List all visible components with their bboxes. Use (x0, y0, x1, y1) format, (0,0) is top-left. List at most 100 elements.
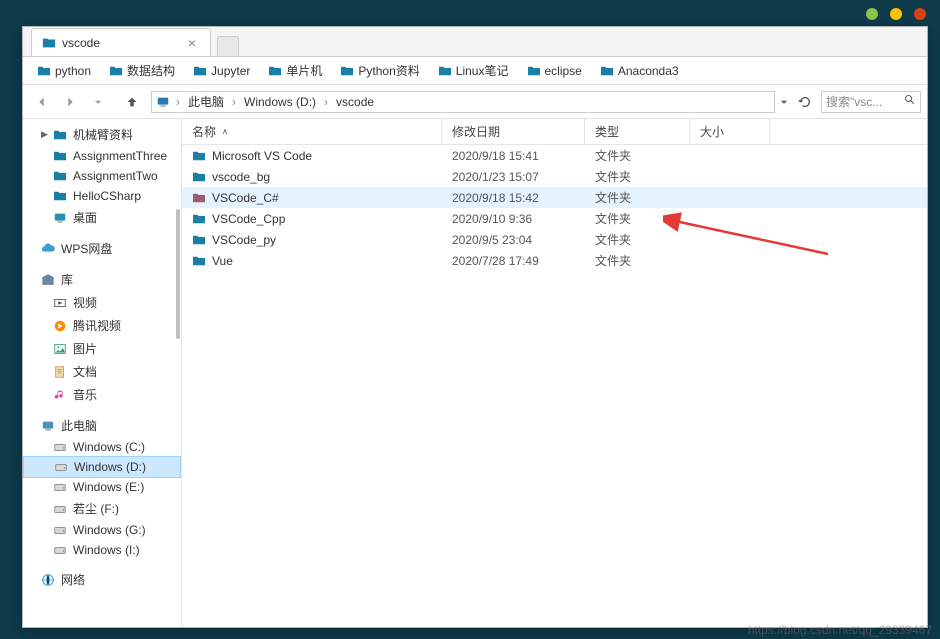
folder-icon (192, 213, 206, 225)
bookmark-item[interactable]: python (29, 62, 99, 80)
folder-icon (53, 170, 67, 182)
drive-icon (53, 480, 67, 494)
folder-icon (42, 36, 56, 50)
sidebar-drive[interactable]: 若尘 (F:) (23, 497, 181, 520)
bookmarks-bar: python数据结构Jupyter单片机Python资料Linux笔记eclip… (23, 57, 927, 85)
chevron-right-icon: › (174, 95, 182, 109)
bookmark-item[interactable]: Jupyter (185, 62, 258, 80)
desktop-icon (53, 211, 67, 225)
drive-icon (53, 523, 67, 537)
breadcrumb-part[interactable]: vscode (330, 95, 380, 109)
sidebar-drive[interactable]: Windows (I:) (23, 540, 181, 560)
file-pane: 名称∧ 修改日期 类型 大小 Microsoft VS Code2020/9/1… (181, 119, 927, 627)
pc-icon (41, 419, 55, 433)
sidebar-item[interactable]: 桌面 (23, 206, 181, 229)
breadcrumb[interactable]: ›此电脑›Windows (D:)›vscode (151, 91, 775, 113)
bookmark-item[interactable]: Anaconda3 (592, 62, 687, 80)
drive-icon (54, 460, 68, 474)
refresh-button[interactable] (793, 91, 817, 113)
column-name[interactable]: 名称∧ (182, 119, 442, 144)
tab-vscode[interactable]: vscode × (31, 28, 211, 56)
sidebar-network[interactable]: 网络 (23, 568, 181, 591)
column-type[interactable]: 类型 (585, 119, 690, 144)
sidebar-drive[interactable]: Windows (G:) (23, 520, 181, 540)
folder-icon (192, 171, 206, 183)
column-date[interactable]: 修改日期 (442, 119, 585, 144)
file-row[interactable]: Vue2020/7/28 17:49文件夹 (182, 250, 927, 271)
folder-icon (438, 65, 452, 77)
sidebar-library[interactable]: 库 (23, 268, 181, 291)
bookmark-item[interactable]: Python资料 (332, 60, 427, 81)
dot-yellow[interactable] (890, 8, 902, 20)
chevron-right-icon: ▶ (41, 129, 51, 140)
sidebar-item[interactable]: 文档 (23, 360, 181, 383)
forward-button[interactable] (57, 91, 83, 113)
bookmark-item[interactable]: eclipse (519, 62, 590, 80)
folder-icon (340, 65, 354, 77)
address-bar: ›此电脑›Windows (D:)›vscode 搜索"vsc... (23, 85, 927, 119)
sidebar-item[interactable]: 图片 (23, 337, 181, 360)
cloud-icon (41, 242, 55, 256)
breadcrumb-part[interactable]: 此电脑 (182, 93, 230, 110)
bookmark-item[interactable]: Linux笔记 (430, 60, 517, 81)
sidebar-thispc[interactable]: 此电脑 (23, 414, 181, 437)
folder-icon (109, 65, 123, 77)
column-size[interactable]: 大小 (690, 119, 770, 144)
folder-icon (192, 234, 206, 246)
folder-icon (192, 192, 206, 204)
dot-red[interactable] (914, 8, 926, 20)
sidebar-item[interactable]: 音乐 (23, 383, 181, 406)
sidebar-drive[interactable]: Windows (D:) (23, 456, 181, 478)
watermark: https://blog.csdn.net/qq_29339467 (748, 623, 932, 637)
folder-icon (192, 150, 206, 162)
back-button[interactable] (29, 91, 55, 113)
recent-dropdown[interactable] (85, 91, 111, 113)
sidebar-item[interactable]: 腾讯视频 (23, 314, 181, 337)
window-controls (866, 8, 926, 20)
sidebar-item[interactable]: AssignmentThree (23, 146, 181, 166)
sidebar-drive[interactable]: Windows (E:) (23, 477, 181, 497)
dot-green[interactable] (866, 8, 878, 20)
library-icon (41, 273, 55, 287)
explorer-window: vscode × python数据结构Jupyter单片机Python资料Lin… (22, 26, 928, 628)
file-row[interactable]: Microsoft VS Code2020/9/18 15:41文件夹 (182, 145, 927, 166)
folder-icon (527, 65, 541, 77)
sidebar-wps[interactable]: WPS网盘 (23, 237, 181, 260)
bookmark-item[interactable]: 单片机 (260, 60, 330, 81)
sidebar-item[interactable]: AssignmentTwo (23, 166, 181, 186)
sidebar-drive[interactable]: Windows (C:) (23, 437, 181, 457)
breadcrumb-part[interactable]: Windows (D:) (238, 95, 322, 109)
sidebar-item[interactable]: HelloCSharp (23, 186, 181, 206)
search-input[interactable]: 搜索"vsc... (821, 91, 921, 113)
qqvideo-icon (53, 319, 67, 333)
file-row[interactable]: vscode_bg2020/1/23 15:07文件夹 (182, 166, 927, 187)
folder-icon (37, 65, 51, 77)
file-row[interactable]: VSCode_py2020/9/5 23:04文件夹 (182, 229, 927, 250)
folder-icon (53, 129, 67, 141)
folder-icon (600, 65, 614, 77)
sidebar: ▶机械臂资料AssignmentThreeAssignmentTwoHelloC… (23, 119, 181, 627)
search-placeholder: 搜索"vsc... (826, 93, 882, 110)
close-icon[interactable]: × (184, 35, 200, 51)
folder-icon (53, 150, 67, 162)
search-icon (904, 94, 916, 109)
music-icon (53, 388, 67, 402)
video-icon (53, 296, 67, 310)
sidebar-item[interactable]: ▶机械臂资料 (23, 123, 181, 146)
history-dropdown[interactable] (779, 97, 789, 107)
file-list: Microsoft VS Code2020/9/18 15:41文件夹vscod… (182, 145, 927, 627)
folder-icon (193, 65, 207, 77)
column-headers: 名称∧ 修改日期 类型 大小 (182, 119, 927, 145)
new-tab-button[interactable] (217, 36, 239, 56)
bookmark-item[interactable]: 数据结构 (101, 60, 183, 81)
file-row[interactable]: VSCode_Cpp2020/9/10 9:36文件夹 (182, 208, 927, 229)
scrollbar-thumb[interactable] (176, 209, 180, 339)
tab-title: vscode (62, 36, 184, 50)
folder-icon (192, 255, 206, 267)
folder-icon (53, 190, 67, 202)
network-icon (41, 573, 55, 587)
file-row[interactable]: VSCode_C#2020/9/18 15:42文件夹 (182, 187, 927, 208)
sidebar-item[interactable]: 视频 (23, 291, 181, 314)
chevron-right-icon: › (230, 95, 238, 109)
up-button[interactable] (121, 91, 143, 113)
